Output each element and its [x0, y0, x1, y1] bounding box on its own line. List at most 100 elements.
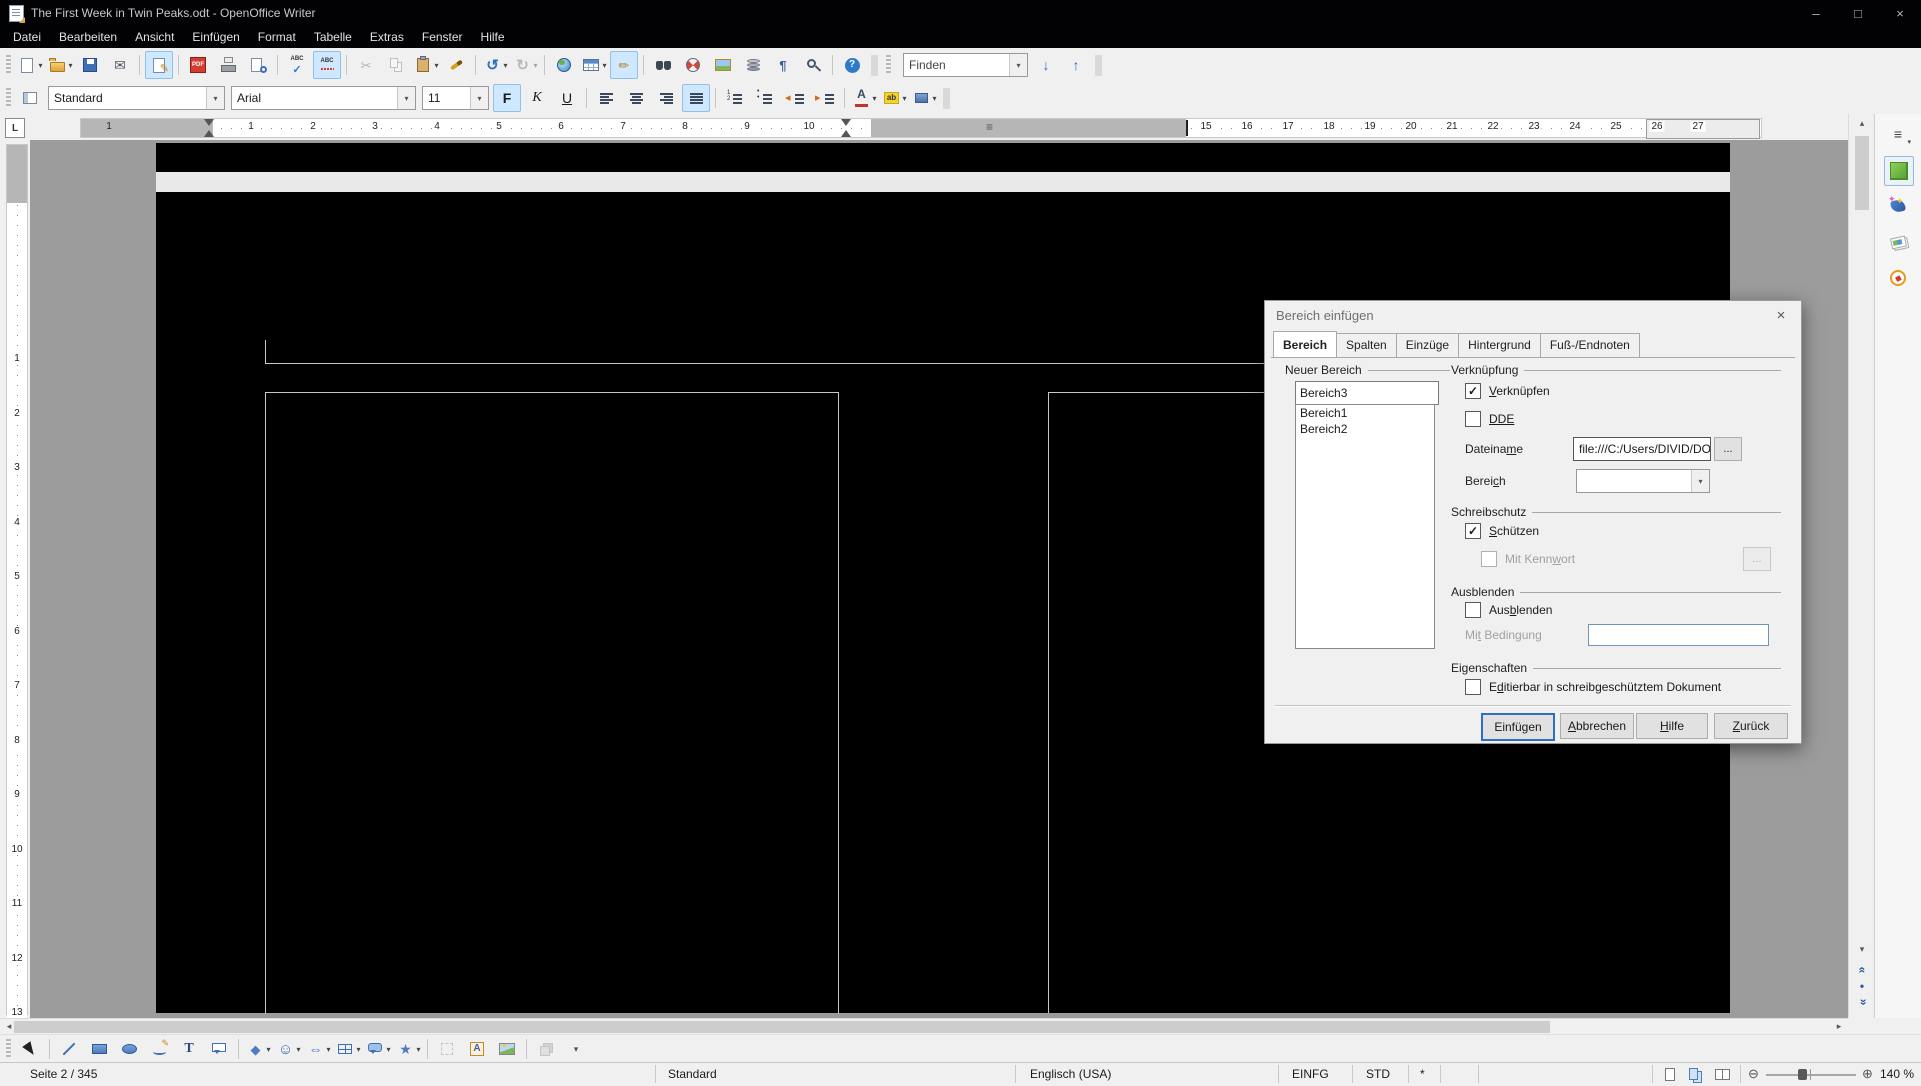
- scroll-up-icon[interactable]: ▴: [1849, 118, 1875, 129]
- menu-extras[interactable]: Extras: [361, 27, 413, 47]
- menu-format[interactable]: Format: [249, 27, 305, 47]
- einfgen-button[interactable]: Einfügen: [1481, 713, 1555, 741]
- menu-tabelle[interactable]: Tabelle: [305, 27, 361, 47]
- filename-input[interactable]: file:///C:/Users/DIVID/DOWI: [1573, 437, 1711, 461]
- format-paintbrush-button[interactable]: [442, 51, 470, 79]
- paragraph-style-select[interactable]: Standard ▾: [48, 86, 225, 110]
- block-arrows-button[interactable]: ⇔▾: [304, 1035, 332, 1063]
- vertical-scrollbar[interactable]: ▴ ▾ « • «: [1848, 114, 1875, 1018]
- chevron-down-icon[interactable]: ▾: [206, 87, 224, 109]
- chevron-down-icon[interactable]: ▾: [1691, 470, 1709, 492]
- open-dropdown-icon[interactable]: ▾: [68, 61, 72, 70]
- align-center-button[interactable]: [622, 84, 650, 112]
- menu-ansicht[interactable]: Ansicht: [126, 27, 183, 47]
- callout-button[interactable]: [205, 1035, 233, 1063]
- bold-button[interactable]: F: [493, 84, 521, 112]
- close-button[interactable]: ×: [1879, 0, 1921, 26]
- sidebar-menu[interactable]: ≡: [1884, 120, 1912, 148]
- indent-marker-icon[interactable]: [841, 119, 851, 137]
- browse-file-button[interactable]: ...: [1714, 437, 1742, 461]
- scroll-right-icon[interactable]: ▸: [1832, 1021, 1846, 1032]
- align-justify-button[interactable]: [682, 84, 710, 112]
- align-right-button[interactable]: [652, 84, 680, 112]
- align-left-button[interactable]: [592, 84, 620, 112]
- menu-bearbeiten[interactable]: Bearbeiten: [50, 27, 126, 47]
- callouts-button[interactable]: ▾: [364, 1035, 392, 1063]
- menu-datei[interactable]: Datei: [4, 27, 50, 47]
- flowchart-button[interactable]: ▾: [334, 1035, 362, 1063]
- modified-indicator[interactable]: *: [1420, 1067, 1425, 1081]
- hyperlink-button[interactable]: [550, 51, 578, 79]
- book-view-button[interactable]: [1710, 1065, 1734, 1084]
- background-color-button[interactable]: ▾: [910, 84, 938, 112]
- navigation-dot-button[interactable]: •: [1849, 979, 1875, 993]
- decrease-indent-button[interactable]: [781, 84, 809, 112]
- maximize-button[interactable]: □: [1837, 0, 1879, 26]
- edit-file-button[interactable]: [145, 51, 173, 79]
- chevron-down-icon[interactable]: ▾: [1009, 54, 1027, 76]
- tab-einzüge[interactable]: Einzüge: [1396, 333, 1459, 357]
- symbol-shapes-button[interactable]: ☺▾: [274, 1035, 302, 1063]
- zoom-slider-track[interactable]: [1766, 1074, 1856, 1076]
- find-previous-button[interactable]: ↑: [1062, 51, 1090, 79]
- basic-shapes-button[interactable]: ◆▾: [244, 1035, 272, 1063]
- menu-hilfe[interactable]: Hilfe: [472, 27, 514, 47]
- zoom-slider-thumb[interactable]: [1798, 1069, 1807, 1080]
- print-button[interactable]: [214, 51, 242, 79]
- table-button[interactable]: ▾: [580, 51, 608, 79]
- undo-button[interactable]: ↺▾: [481, 51, 509, 79]
- tab-bereich[interactable]: Bereich: [1273, 331, 1337, 357]
- highlighting-button[interactable]: ▾: [880, 84, 908, 112]
- zoom-out-button[interactable]: ⊖: [1748, 1066, 1759, 1082]
- chevron-down-icon[interactable]: ▾: [470, 87, 488, 109]
- paste-dropdown-icon[interactable]: ▾: [434, 61, 438, 70]
- font-size-select[interactable]: 11 ▾: [422, 86, 489, 110]
- highlighting-dropdown-icon[interactable]: ▾: [902, 94, 906, 103]
- tab-fuß-/endnoten[interactable]: Fuß-/Endnoten: [1540, 333, 1640, 357]
- freeform-line-button[interactable]: [145, 1035, 173, 1063]
- underline-button[interactable]: U: [553, 84, 581, 112]
- formatting-marks-button[interactable]: ¶: [769, 51, 797, 79]
- zoom-button[interactable]: [799, 51, 827, 79]
- vertical-ruler[interactable]: 12345678910111213: [6, 144, 28, 1015]
- page-style-indicator[interactable]: Standard: [668, 1067, 717, 1081]
- tab-spalten[interactable]: Spalten: [1336, 333, 1397, 357]
- background-color-dropdown-icon[interactable]: ▾: [932, 94, 936, 103]
- close-icon[interactable]: ×: [1761, 307, 1801, 324]
- email-document-button[interactable]: ✉: [106, 51, 134, 79]
- gallery-button[interactable]: [709, 51, 737, 79]
- zoom-level[interactable]: 140 %: [1880, 1067, 1914, 1081]
- selection-mode-indicator[interactable]: STD: [1366, 1067, 1390, 1081]
- verknuepfen-checkbox[interactable]: [1465, 383, 1481, 399]
- ruler-band[interactable]: 1 12345678910 15161718192021222324252627…: [80, 118, 1762, 138]
- zoom-in-button[interactable]: ⊕: [1862, 1066, 1873, 1082]
- font-color-button[interactable]: ▾: [850, 84, 878, 112]
- menu-fenster[interactable]: Fenster: [413, 27, 472, 47]
- hilfe-button[interactable]: Hilfe: [1636, 713, 1708, 739]
- language-indicator[interactable]: Englisch (USA): [1030, 1067, 1111, 1081]
- stars-button[interactable]: ★▾: [394, 1035, 422, 1063]
- dde-checkbox[interactable]: [1465, 411, 1481, 427]
- undo-dropdown-icon[interactable]: ▾: [503, 61, 507, 70]
- section-select[interactable]: ▾: [1576, 469, 1710, 493]
- horizontal-scrollbar[interactable]: ◂ ▸: [0, 1018, 1848, 1035]
- dialog-titlebar[interactable]: Bereich einfügen ×: [1265, 301, 1801, 329]
- save-button[interactable]: [76, 51, 104, 79]
- multi-page-view-button[interactable]: [1684, 1065, 1708, 1084]
- sidebar-properties[interactable]: [1884, 156, 1914, 186]
- new-document-button[interactable]: ▾: [16, 51, 44, 79]
- editierbar-checkbox[interactable]: [1465, 679, 1481, 695]
- select-button[interactable]: [16, 1035, 44, 1063]
- line-button[interactable]: [55, 1035, 83, 1063]
- block-arrows-dropdown-icon[interactable]: ▾: [326, 1045, 330, 1054]
- find-next-button[interactable]: ↓: [1032, 51, 1060, 79]
- italic-button[interactable]: K: [523, 84, 551, 112]
- tab-hintergrund[interactable]: Hintergrund: [1458, 333, 1541, 357]
- font-color-dropdown-icon[interactable]: ▾: [872, 94, 876, 103]
- section-name-input[interactable]: Bereich3: [1295, 381, 1439, 405]
- chevron-down-icon[interactable]: ▾: [397, 87, 415, 109]
- horizontal-scrollbar-thumb[interactable]: [14, 1021, 1550, 1033]
- list-item[interactable]: Bereich1: [1296, 405, 1434, 421]
- next-page-button[interactable]: «: [1849, 995, 1875, 1009]
- page-preview-button[interactable]: [244, 51, 272, 79]
